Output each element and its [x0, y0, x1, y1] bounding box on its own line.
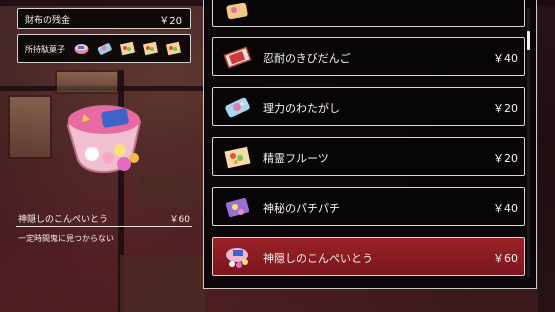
selected-item-name: 神隠しのこんぺいとう [18, 215, 109, 225]
fruit-candy-icon [119, 40, 136, 57]
item-name: 理力のわたがし [263, 102, 340, 115]
shop-item-row[interactable] [212, 0, 525, 27]
item-name: 忍耐のきびだんご [263, 52, 351, 65]
shop-item-row-pachipachi[interactable]: 神秘のパチパチ ￥40 [212, 187, 525, 226]
wallet-panel: 財布の残金 ￥20 [17, 8, 191, 29]
item-name: 神隠しのこんぺいとう [263, 252, 373, 265]
shop-item-row-konpeito[interactable]: 神隠しのこんぺいとう ￥60 [212, 237, 525, 276]
item-price: ￥40 [493, 52, 518, 65]
cotton-candy-icon [96, 40, 113, 57]
shop-item-row-kibidango[interactable]: 忍耐のきびだんご ￥40 [212, 37, 525, 76]
item-name: 精霊フルーツ [263, 152, 329, 165]
detail-divider [16, 226, 192, 227]
konpeito-illustration [62, 98, 148, 186]
popping-candy-icon [223, 193, 252, 222]
item-price: ￥20 [493, 102, 518, 115]
fruit-candy-icon [223, 143, 252, 172]
tin-candy-icon [73, 40, 90, 57]
shop-item-row-fruit[interactable]: 精霊フルーツ ￥20 [212, 137, 525, 176]
fruit-candy-icon [142, 40, 159, 57]
shop-item-list[interactable]: 忍耐のきびだんご ￥40 理力のわたがし ￥20 精霊フルーツ ￥20 神秘のパ… [203, 0, 537, 289]
sweets-icon [223, 2, 252, 22]
item-price: ￥60 [493, 252, 518, 265]
selected-item-description: 一定時間鬼に見つからない [18, 234, 114, 243]
selected-item-price: ￥60 [169, 215, 190, 225]
owned-candies-panel: 所持駄菓子 [17, 34, 191, 63]
item-price: ￥40 [493, 202, 518, 215]
kibidango-icon [223, 43, 252, 72]
konpeito-icon [223, 243, 252, 272]
shop-item-row-wataga[interactable]: 理力のわたがし ￥20 [212, 87, 525, 126]
item-name: 神秘のパチパチ [263, 202, 340, 215]
wallet-label: 財布の残金 [25, 16, 71, 26]
scrollbar-thumb[interactable] [527, 31, 530, 50]
wallet-amount: ￥20 [159, 16, 182, 27]
cotton-candy-icon [223, 93, 252, 122]
item-price: ￥20 [493, 152, 518, 165]
owned-candies-label: 所持駄菓子 [25, 45, 65, 54]
fruit-candy-icon [165, 40, 182, 57]
